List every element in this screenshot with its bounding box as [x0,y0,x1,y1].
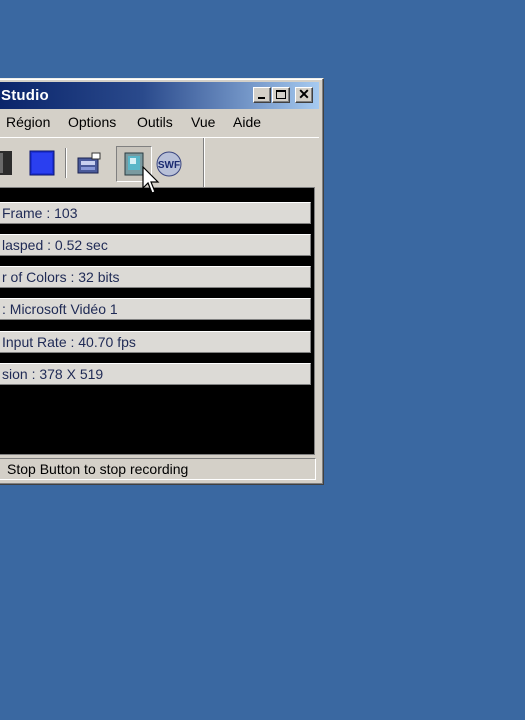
minimize-icon [258,97,265,99]
recording-info-panel: Frame : 103 lasped : 0.52 sec r of Color… [0,187,315,455]
menu-aide[interactable]: Aide [233,114,261,130]
info-row-dimension: sion : 378 X 519 [0,363,311,385]
stop-button[interactable] [0,150,14,176]
annotate-button[interactable] [76,151,102,177]
close-button[interactable]: ✕ [295,87,313,103]
info-row-colors: r of Colors : 32 bits [0,266,311,288]
recorder-window: Studio ✕ Région Options Outils Vue Aide [0,78,324,485]
maximize-button[interactable] [272,87,290,103]
info-row-input-rate: Input Rate : 40.70 fps [0,331,311,353]
stop-icon [0,151,12,175]
menu-vue[interactable]: Vue [191,114,215,130]
record-region-icon [29,150,55,176]
toolbar-separator-end [203,138,205,188]
menu-region[interactable]: Région [6,114,50,130]
info-row-frame: Frame : 103 [0,202,311,224]
minimize-button[interactable] [253,87,271,103]
record-region-button[interactable] [29,150,55,176]
menu-bar: Région Options Outils Vue Aide [0,111,319,135]
info-row-codec: : Microsoft Vidéo 1 [0,298,311,320]
status-bar: Stop Button to stop recording [0,458,316,480]
toolbar-separator [65,148,67,178]
menu-options[interactable]: Options [68,114,116,130]
annotate-icon [77,152,101,174]
window-title: Studio [1,87,49,104]
mouse-cursor-icon [142,166,160,194]
menu-outils[interactable]: Outils [137,114,173,130]
title-bar[interactable]: Studio ✕ [0,82,319,109]
close-icon: ✕ [298,86,310,102]
status-text: Stop Button to stop recording [7,461,189,477]
maximize-icon [276,90,286,99]
info-row-elapsed: lasped : 0.52 sec [0,234,311,256]
